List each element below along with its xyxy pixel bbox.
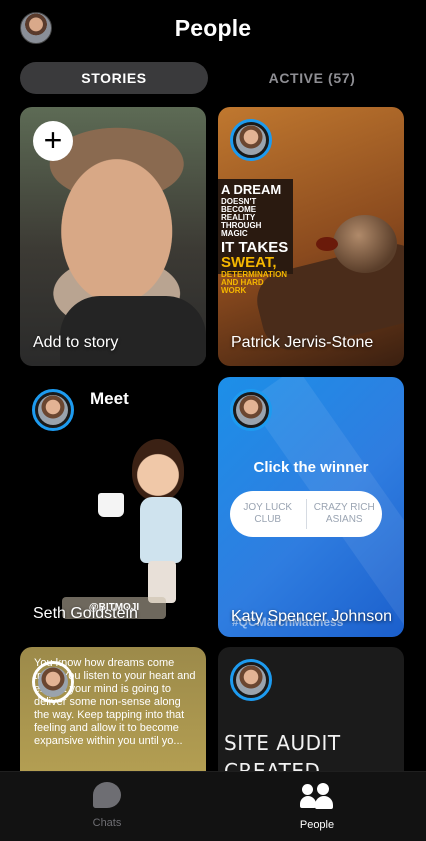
page-title: People: [174, 15, 252, 41]
avatar: [38, 395, 68, 425]
poll-option[interactable]: JOY LUCK CLUB: [230, 491, 306, 537]
quote-poster: A DREAM DOESN'T BECOME REALITY THROUGH M…: [218, 179, 293, 295]
story-text: SITE AUDIT CREATED NOW: [224, 731, 341, 771]
header: People: [0, 0, 426, 56]
story-thumbnail: [60, 296, 206, 366]
poster-line: REALITY THROUGH MAGIC: [221, 213, 262, 238]
segmented-tabs: STORIES ACTIVE (57): [20, 62, 406, 94]
story-title: Meet: [90, 389, 129, 408]
avatar: [38, 667, 68, 697]
story-thumbnail-insect: [316, 237, 338, 251]
tab-active[interactable]: ACTIVE (57): [218, 62, 406, 94]
poster-line: SWEAT,: [221, 254, 277, 271]
tab-label: People: [299, 819, 335, 831]
story-label: Katy Spencer Johnson: [231, 608, 392, 625]
tab-chats[interactable]: Chats: [62, 782, 152, 829]
tab-label: Chats: [92, 817, 122, 829]
story-card-site-audit[interactable]: SITE AUDIT CREATED NOW: [218, 647, 404, 771]
poster-line: IT TAKES: [221, 239, 289, 256]
story-avatar-ring: [32, 661, 74, 703]
bitmoji-body: [140, 497, 182, 563]
story-label: Seth Goldstein: [33, 605, 138, 622]
story-avatar-ring: [230, 389, 272, 431]
story-card-seth[interactable]: Meet @BITMOJI Seth Goldstein: [20, 377, 206, 637]
plus-icon[interactable]: +: [33, 121, 73, 161]
avatar: [236, 125, 266, 155]
story-avatar-ring: [230, 119, 272, 161]
people-icon: [300, 782, 334, 810]
story-card-add[interactable]: + Add to story: [20, 107, 206, 366]
poll-sticker[interactable]: JOY LUCK CLUB CRAZY RICH ASIANS: [230, 491, 382, 537]
chat-bubble-icon: [93, 782, 121, 808]
story-thumbnail-ball: [333, 215, 397, 273]
bitmoji-head: [132, 439, 184, 501]
story-label: Patrick Jervis-Stone: [231, 334, 374, 351]
poster-line: A DREAM: [221, 182, 282, 197]
story-label: Add to story: [33, 334, 119, 351]
tab-people[interactable]: People: [272, 782, 362, 831]
poll-option[interactable]: CRAZY RICH ASIANS: [307, 491, 383, 537]
story-card-katy[interactable]: Click the winner JOY LUCK CLUB CRAZY RIC…: [218, 377, 404, 637]
avatar: [236, 665, 266, 695]
poster-line: AND HARD WORK: [221, 278, 264, 295]
story-avatar-ring: [230, 659, 272, 701]
story-card-patrick[interactable]: A DREAM DOESN'T BECOME REALITY THROUGH M…: [218, 107, 404, 366]
poster-line: DOESN'T BECOME: [221, 197, 257, 214]
avatar: [236, 395, 266, 425]
tab-stories[interactable]: STORIES: [20, 62, 208, 94]
poll-question: Click the winner: [253, 459, 369, 476]
bottom-tab-bar: Chats People: [0, 771, 426, 841]
story-avatar-ring: [32, 389, 74, 431]
coffee-mug-icon: [98, 493, 124, 517]
story-card-quote[interactable]: You know how dreams come true? You liste…: [20, 647, 206, 771]
